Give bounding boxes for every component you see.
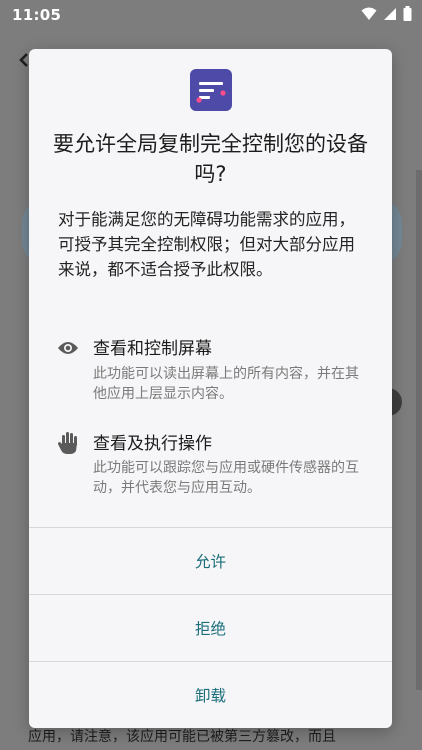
signal-icon [383, 7, 397, 21]
permission-subtitle-actions: 此功能可以跟踪您与应用或硬件传感器的互动，并代表您与应用互动。 [93, 460, 359, 496]
status-time: 11:05 [12, 6, 62, 24]
status-bar: 11:05 [0, 0, 422, 30]
deny-button[interactable]: 拒绝 [29, 595, 392, 661]
permission-subtitle-screen: 此功能可以读出屏幕上的所有内容，并在其他应用上层显示内容。 [93, 366, 359, 402]
uninstall-button[interactable]: 卸载 [29, 662, 392, 728]
eye-icon [57, 340, 79, 360]
allow-button[interactable]: 允许 [29, 528, 392, 594]
permission-title-screen: 查看和控制屏幕 [93, 339, 212, 359]
wifi-icon [361, 7, 377, 21]
background-footer-text: 应用，请注意，该应用可能已被第三方篡改，而且 [28, 729, 336, 745]
permission-dialog: 要允许全局复制完全控制您的设备吗? 对于能满足您的无障碍功能需求的应用，可授予其… [29, 49, 392, 728]
battery-icon [403, 6, 412, 21]
status-icons [361, 6, 412, 21]
dialog-description: 对于能满足您的无障碍功能需求的应用，可授予其完全控制权限；但对大部分应用来说，都… [58, 210, 355, 279]
dialog-title: 要允许全局复制完全控制您的设备吗? [53, 132, 368, 186]
hand-icon [57, 431, 79, 459]
background-scrollbar [416, 170, 422, 690]
permission-title-actions: 查看及执行操作 [93, 434, 212, 454]
app-icon [190, 69, 232, 111]
